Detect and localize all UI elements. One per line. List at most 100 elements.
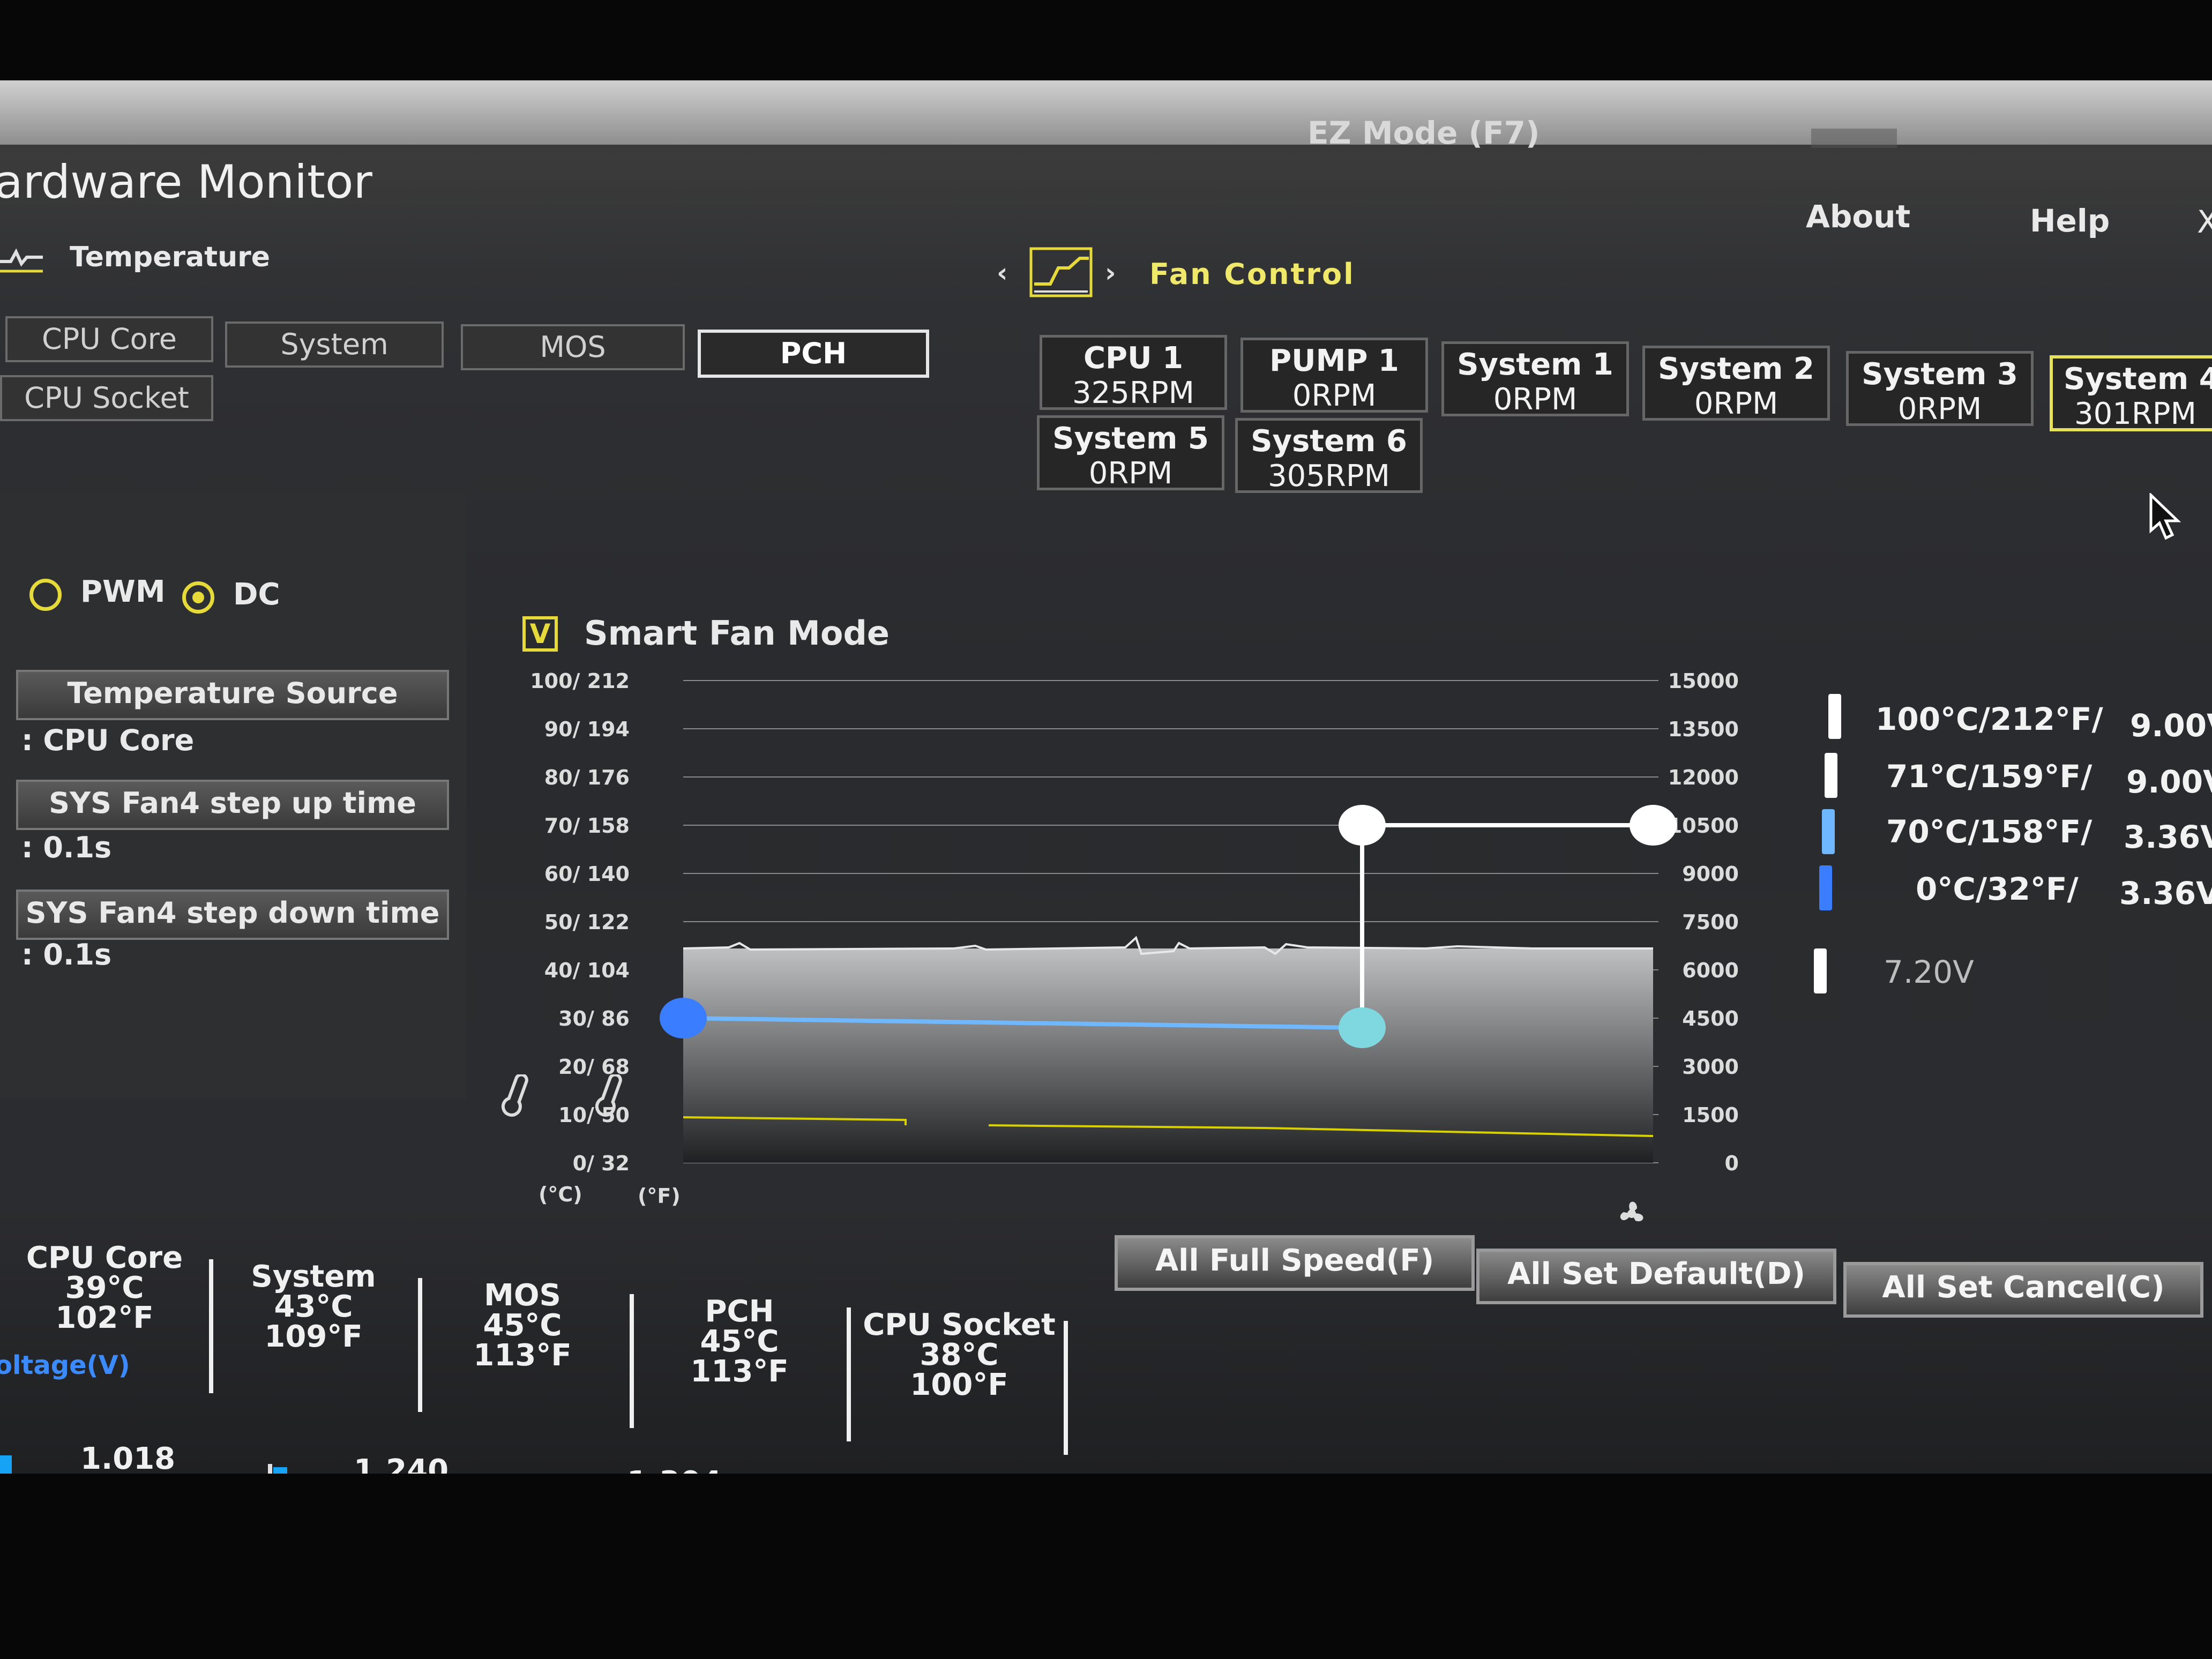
temp-cell-fahrenheit: 102°F [55, 1301, 154, 1335]
temp-cell-name: System [251, 1259, 376, 1294]
voltage-bar [0, 1455, 12, 1474]
left-axis-tick: 0/ 32 [573, 1152, 630, 1175]
fan-curve-point[interactable] [1339, 805, 1386, 846]
fan-rpm: 305RPM [1268, 459, 1390, 494]
left-axis-label-f: (°F) [638, 1184, 681, 1208]
right-axis-tick: 10500 [1668, 814, 1739, 838]
temperature-graph-icon [0, 248, 43, 273]
legend-temp: 0°C/32°F/ [1916, 871, 2079, 907]
dc-radio[interactable] [182, 581, 214, 614]
smart-fan-checkbox[interactable]: V [522, 616, 558, 652]
right-axis-tick: 15000 [1668, 669, 1739, 693]
right-axis-tick: 3000 [1682, 1055, 1739, 1079]
tab-system[interactable]: System [225, 322, 444, 368]
right-axis-tick: 0 [1725, 1152, 1739, 1175]
about-link[interactable]: About [1806, 198, 1910, 235]
legend-volt: 3.36V [2124, 819, 2212, 855]
temperature-source-button[interactable]: Temperature Source [16, 670, 449, 720]
fan-prev-arrow-icon[interactable]: ‹ [997, 257, 1008, 288]
step-down-time-button[interactable]: SYS Fan4 step down time [16, 890, 449, 940]
temp-cell-name: CPU Socket [863, 1307, 1056, 1342]
all-full-speed-button[interactable]: All Full Speed(F) [1115, 1235, 1475, 1291]
temp-cell-pch: PCH 45°C 113°F [638, 1297, 841, 1387]
voltage-bar [273, 1467, 287, 1474]
fan-rpm: 301RPM [2074, 397, 2196, 431]
fan-rpm: 0RPM [1897, 392, 1982, 427]
pwm-radio[interactable] [29, 579, 62, 611]
fan-rpm-icon [1620, 1201, 1643, 1222]
temp-cell-fahrenheit: 113°F [690, 1354, 789, 1389]
page-title: ardware Monitor [0, 155, 372, 209]
fan-button-system-1[interactable]: System 1 0RPM [1441, 341, 1629, 417]
all-set-cancel-button[interactable]: All Set Cancel(C) [1843, 1262, 2203, 1318]
right-axis-tick: 9000 [1682, 862, 1739, 886]
tab-cpu-core[interactable]: CPU Core [5, 316, 213, 362]
legend-volt: 9.00V [2130, 707, 2212, 744]
step-up-time-button[interactable]: SYS Fan4 step up time [16, 780, 449, 830]
tab-mos[interactable]: MOS [461, 324, 685, 370]
fan-curve-chart[interactable]: 100/ 212 90/ 194 80/ 176 70/ 158 60/ 140 50/ … [514, 664, 1790, 1216]
temp-cell-cpu-core: CPU Core 39°C 102°F [3, 1243, 206, 1333]
close-icon[interactable]: X [2197, 204, 2212, 240]
left-axis-tick: 100/ 212 [530, 669, 630, 693]
fan-rpm: 0RPM [1088, 456, 1173, 491]
temp-divider [630, 1294, 634, 1428]
voltage-section-title: oltage(V) [0, 1350, 130, 1380]
fan-button-system-4[interactable]: System 4 301RPM [2050, 355, 2212, 431]
axis-labels: (°C) (°F) [539, 1183, 681, 1208]
fan-name: System 6 [1251, 424, 1407, 459]
voltage-value: 1.240 [354, 1453, 449, 1474]
fan-button-system-3[interactable]: System 3 0RPM [1846, 351, 2034, 427]
right-axis-tick: 6000 [1682, 959, 1739, 982]
temp-cell-cpu-socket: CPU Socket 38°C 100°F [857, 1310, 1061, 1400]
fan-next-arrow-icon[interactable]: › [1105, 257, 1116, 288]
left-axis-label-c: (°C) [539, 1183, 582, 1206]
help-link[interactable]: Help [2030, 203, 2110, 239]
legend-temp: 100°C/212°F/ [1875, 701, 2103, 737]
legend-extra-volt: 7.20V [1884, 954, 1974, 990]
temp-cell-celsius: 43°C [274, 1289, 353, 1324]
temperature-strip: CPU Core 39°C 102°F System 43°C 109°F MO… [0, 1243, 1098, 1455]
left-axis-tick: 80/ 176 [544, 766, 630, 789]
screenshot-f12-icon[interactable] [1811, 129, 1897, 148]
left-axis-tick: 30/ 86 [558, 1007, 630, 1030]
fan-button-pump-1[interactable]: PUMP 1 0RPM [1240, 338, 1428, 413]
cpu-temperature-history-area [683, 948, 1653, 1163]
left-axis-tick: 50/ 122 [544, 910, 630, 934]
tab-cpu-socket[interactable]: CPU Socket [0, 375, 213, 421]
temp-cell-celsius: 39°C [65, 1271, 144, 1305]
fan-name: PUMP 1 [1269, 343, 1399, 378]
fan-curve-point[interactable] [1630, 805, 1677, 846]
ez-mode-button[interactable]: EZ Mode (F7) [1307, 115, 1540, 151]
pwm-label: PWM [80, 574, 166, 609]
legend-color-bar [1814, 948, 1827, 993]
mouse-cursor-icon [2149, 493, 2181, 540]
legend-volt: 9.00V [2126, 764, 2212, 800]
fan-control-graph-icon [1029, 247, 1093, 297]
right-axis-tick: 1500 [1682, 1103, 1739, 1127]
temp-cell-fahrenheit: 109°F [264, 1319, 363, 1354]
fan-rpm: 0RPM [1292, 378, 1377, 413]
right-axis-tick: 4500 [1682, 1007, 1739, 1030]
step-down-time-value: : 0.1s [21, 938, 112, 972]
temp-cell-celsius: 45°C [483, 1308, 562, 1343]
step-up-time-value: : 0.1s [21, 831, 112, 864]
fan-control-title: Fan Control [1149, 257, 1355, 291]
fan-button-system-2[interactable]: System 2 0RPM [1642, 346, 1830, 421]
left-axis-tick: 90/ 194 [544, 718, 630, 741]
fan-button-system-5[interactable]: System 5 0RPM [1037, 415, 1224, 491]
temperature-source-value: : CPU Core [21, 723, 195, 757]
right-axis-tick: 12000 [1668, 766, 1739, 789]
legend-temp: 70°C/158°F/ [1886, 813, 2093, 850]
fan-button-cpu-1[interactable]: CPU 1 325RPM [1040, 335, 1227, 410]
fan-curve-point[interactable] [1339, 1007, 1386, 1048]
temp-cell-fahrenheit: 113°F [473, 1338, 572, 1373]
fan-curve-point[interactable] [660, 998, 707, 1038]
all-set-default-button[interactable]: All Set Default(D) [1476, 1249, 1836, 1304]
fan-button-system-6[interactable]: System 6 305RPM [1235, 418, 1423, 494]
legend-volt: 3.36V [2119, 875, 2212, 911]
fan-name: System 2 [1658, 352, 1814, 386]
fan-name: CPU 1 [1083, 341, 1184, 376]
bios-screen: EZ Mode (F7) ardware Monitor About Help … [0, 80, 2212, 1474]
tab-pch[interactable]: PCH [698, 330, 929, 378]
